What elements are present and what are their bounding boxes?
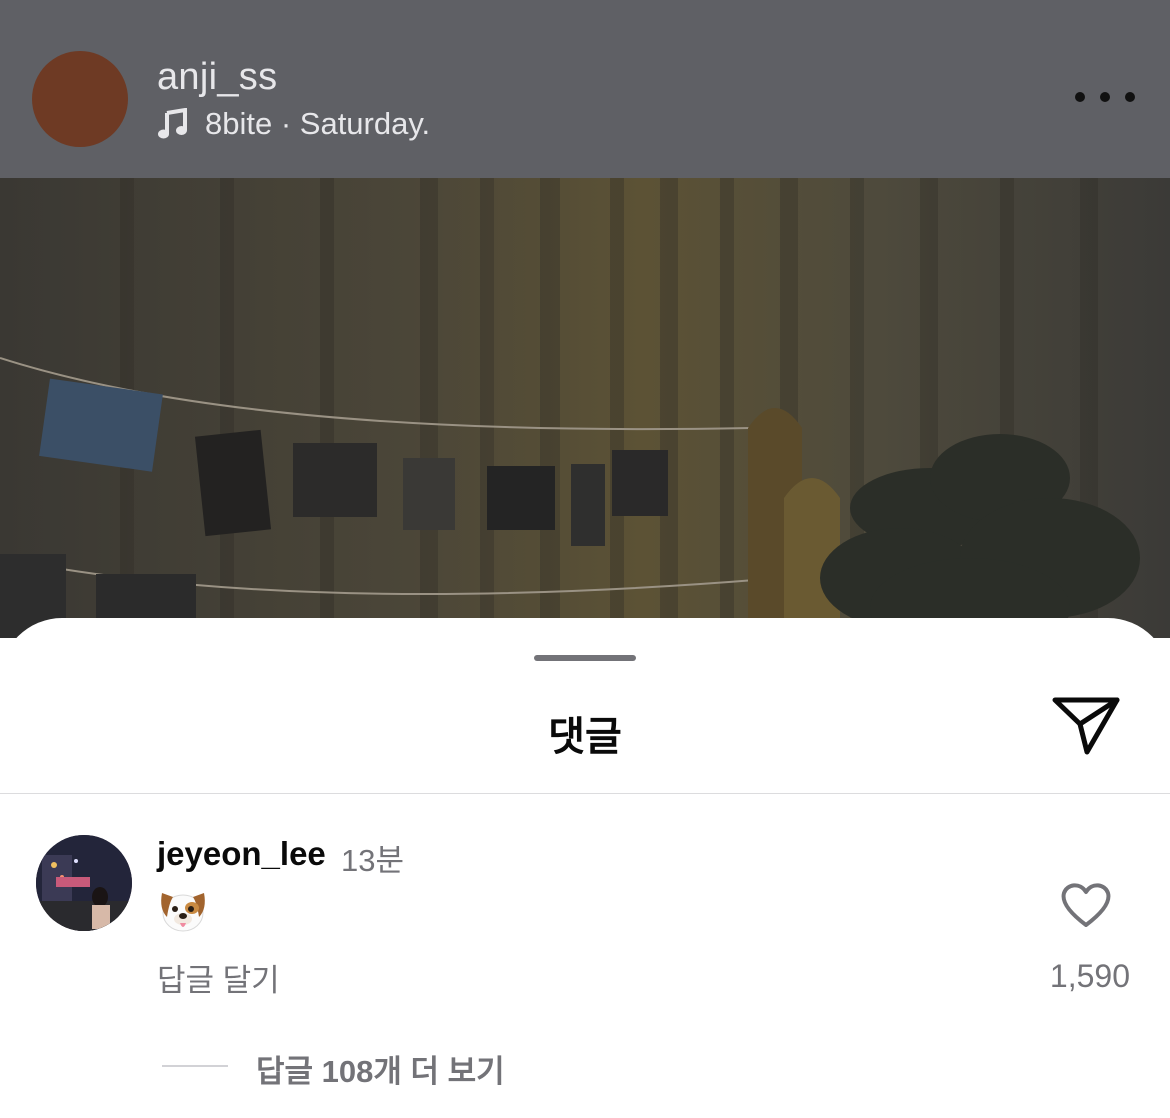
avatar-photo [36,835,132,931]
heart-outline-icon [1061,883,1111,927]
like-count: 1,590 [1049,958,1130,994]
view-replies-button[interactable]: 답글 108개 더 보기 [256,1046,505,1091]
sheet-divider [0,793,1170,794]
commenter-avatar[interactable] [36,835,132,931]
more-horizontal-icon [1075,92,1085,102]
music-note-icon [158,108,187,139]
post-author-avatar[interactable] [32,51,128,147]
reply-button[interactable]: 답글 달기 [157,955,280,1000]
sheet-drag-handle[interactable] [534,655,636,661]
post-username[interactable]: anji_ss [157,56,277,99]
like-button[interactable] [1058,880,1114,930]
post-header: anji_ss 8bite · Saturday. [0,0,1170,178]
sheet-title: 댓글 [548,715,622,759]
room-photo-illustration [0,178,1140,638]
more-options-button[interactable] [1075,82,1135,112]
replies-line [162,1065,228,1067]
comment-timestamp: 13분 [341,843,405,878]
dog-face-emoji [157,885,209,935]
share-button[interactable] [1049,692,1123,762]
send-icon [1052,697,1120,755]
music-info[interactable]: 8bite · Saturday. [157,104,430,144]
music-label: 8bite · Saturday. [205,106,431,141]
commenter-username[interactable]: jeyeon_lee [157,835,326,873]
post-image [0,178,1170,638]
